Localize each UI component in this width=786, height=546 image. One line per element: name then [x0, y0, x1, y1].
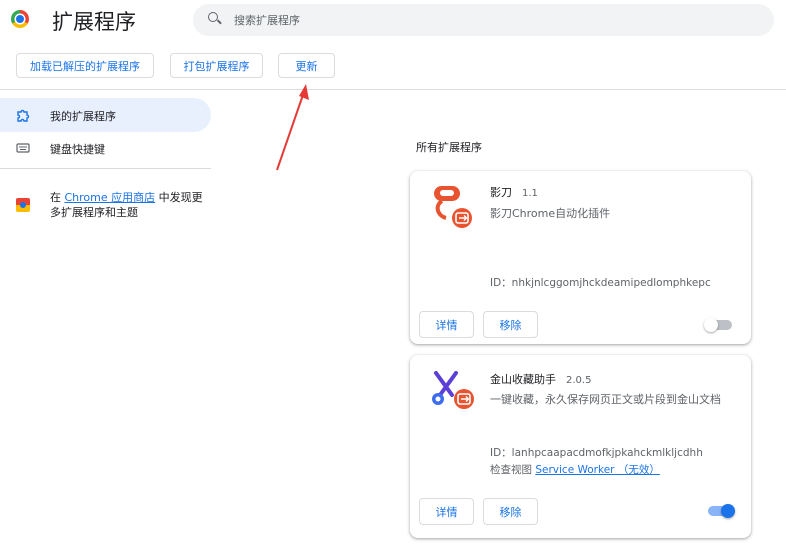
enable-toggle[interactable] — [708, 504, 735, 518]
yingdao-icon — [434, 186, 472, 228]
update-button[interactable]: 更新 — [278, 53, 335, 78]
extension-card: 金山收藏助手 2.0.5 一键收藏，永久保存网页正文或片段到金山文档 ID：lan… — [410, 355, 751, 538]
extension-id: ID：nhkjnlcggomjhckdeamipedlomphkepc — [490, 277, 711, 289]
extension-version: 1.1 — [522, 188, 538, 199]
load-unpacked-button[interactable]: 加载已解压的扩展程序 — [16, 53, 154, 78]
remove-button[interactable]: 移除 — [483, 311, 538, 338]
sidebar-item-my-extensions[interactable]: 我的扩展程序 — [0, 98, 211, 132]
section-title: 所有扩展程序 — [416, 141, 482, 154]
enable-toggle[interactable] — [704, 318, 732, 332]
search-icon — [208, 12, 218, 22]
web-store-prefix: 在 — [50, 191, 65, 204]
extension-name: 影刀 1.1 — [490, 184, 538, 200]
page-title: 扩展程序 — [52, 10, 136, 34]
chrome-logo-icon — [11, 10, 29, 28]
extension-name-text: 影刀 — [490, 186, 512, 199]
sidebar-divider — [0, 168, 211, 169]
keyboard-icon — [16, 143, 30, 153]
toggle-knob — [704, 318, 718, 332]
extension-id: ID：lanhpcaapacdmofkjpkahckmlkljcdhh — [490, 447, 703, 459]
puzzle-icon — [17, 109, 30, 122]
extension-name-text: 金山收藏助手 — [490, 373, 556, 386]
details-button[interactable]: 详情 — [419, 498, 474, 525]
search-input[interactable] — [234, 8, 754, 32]
kingsoft-scissors-icon — [432, 371, 474, 409]
pack-extension-button[interactable]: 打包扩展程序 — [170, 53, 263, 78]
extension-card: 影刀 1.1 影刀Chrome自动化插件 ID：nhkjnlcggomjhckde… — [410, 171, 751, 344]
web-store-promo: 在 Chrome 应用商店 中发现更多扩展程序和主题 — [50, 190, 210, 220]
web-store-link[interactable]: Chrome 应用商店 — [65, 191, 156, 204]
extension-name: 金山收藏助手 2.0.5 — [490, 371, 591, 387]
sidebar-item-keyboard-shortcuts[interactable]: 键盘快捷键 — [0, 131, 211, 165]
toggle-knob — [721, 504, 735, 518]
web-store-icon — [16, 198, 30, 212]
header-divider — [0, 89, 786, 90]
extension-version: 2.0.5 — [566, 375, 592, 386]
inspect-views-label: 检查视图 — [490, 464, 536, 476]
details-button[interactable]: 详情 — [419, 311, 474, 338]
annotation-arrow-icon — [276, 84, 309, 171]
inspect-views: 检查视图 Service Worker （无效） — [490, 462, 660, 477]
sidebar-item-label: 我的扩展程序 — [50, 110, 116, 123]
service-worker-link[interactable]: Service Worker （无效） — [535, 464, 659, 476]
extension-description: 一键收藏，永久保存网页正文或片段到金山文档 — [490, 393, 721, 406]
remove-button[interactable]: 移除 — [483, 498, 538, 525]
sidebar-item-label: 键盘快捷键 — [50, 143, 105, 156]
extension-description: 影刀Chrome自动化插件 — [490, 207, 611, 220]
